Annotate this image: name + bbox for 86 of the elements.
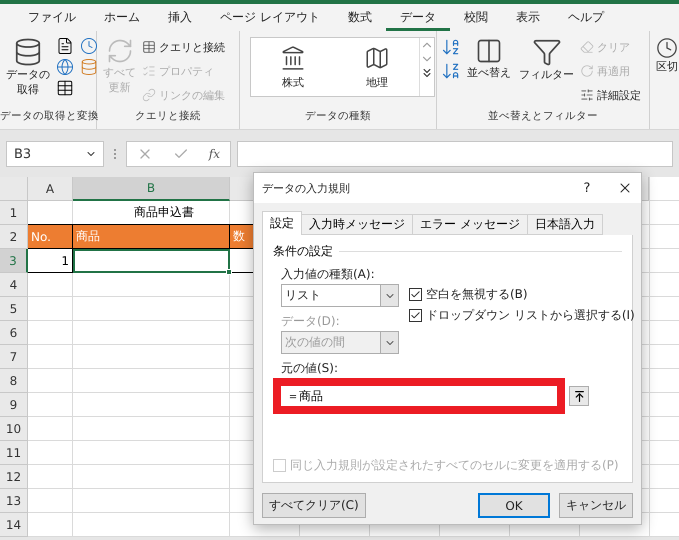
row-header[interactable]: 13: [0, 489, 28, 513]
check-icon: [410, 289, 421, 300]
ribbon-button[interactable]: フィルター: [517, 37, 576, 82]
ribbon-tab[interactable]: ホーム: [90, 4, 154, 31]
group-label: データの種類: [304, 109, 372, 124]
ribbon-tab[interactable]: 表示: [502, 4, 554, 31]
dialog-tab[interactable]: 日本語入力: [526, 214, 603, 235]
list-icon: [142, 64, 156, 78]
field-label: 元の値(S):: [281, 360, 340, 377]
ribbon-tab[interactable]: ヘルプ: [554, 4, 618, 31]
ribbon-tab[interactable]: ファイル: [14, 4, 90, 31]
dialog-tab[interactable]: 入力時メッセージ: [301, 214, 413, 235]
refresh-icon: [106, 37, 134, 65]
dialog-button[interactable]: キャンセル: [559, 493, 633, 518]
filter-settings-icon: [580, 88, 594, 102]
table-icon: [142, 40, 156, 54]
checkbox[interactable]: [409, 288, 422, 301]
text-file-icon[interactable]: [56, 37, 74, 55]
selected-cell[interactable]: [73, 249, 230, 273]
dialog-title: データの入力規則: [262, 180, 351, 196]
dialog-button[interactable]: すべてクリア(C): [262, 493, 366, 518]
help-button[interactable]: ?: [577, 180, 597, 196]
upload-icon: [572, 390, 586, 402]
checkbox[interactable]: [409, 309, 422, 322]
bank-icon: [280, 44, 306, 70]
group-label: データの取得と変換: [0, 109, 96, 124]
insert-function-button[interactable]: fx: [208, 147, 220, 161]
row-header[interactable]: 10: [0, 417, 28, 441]
ribbon-button[interactable]: 詳細設定: [580, 85, 641, 105]
ribbon-tab[interactable]: 校閲: [450, 4, 502, 31]
checkbox-label: 空白を無視する(B): [426, 286, 528, 303]
row-header[interactable]: 4: [0, 273, 28, 297]
row-header[interactable]: 6: [0, 321, 28, 345]
column-header[interactable]: B: [73, 177, 230, 201]
ribbon-tab[interactable]: ページ レイアウト: [206, 4, 334, 31]
ribbon-button[interactable]: 区切: [654, 37, 679, 74]
sort-descending-icon[interactable]: [441, 61, 461, 81]
row-header[interactable]: 2: [0, 225, 28, 249]
row-header[interactable]: 7: [0, 345, 28, 369]
checkbox-label: ドロップダウン リストから選択する(I): [426, 307, 635, 324]
map-icon: [364, 44, 390, 70]
row-header[interactable]: 12: [0, 465, 28, 489]
fill-handle[interactable]: [226, 269, 232, 275]
row-header[interactable]: 11: [0, 441, 28, 465]
group-label: 並べ替えとフィルター: [487, 109, 599, 124]
database-icon[interactable]: [80, 58, 98, 76]
table-cell: 1: [28, 249, 73, 273]
field-label: 入力値の種類(A):: [281, 266, 376, 283]
sort-ascending-icon[interactable]: [441, 37, 461, 57]
header-cell: 商品: [73, 225, 230, 249]
dialog-tab[interactable]: エラー メッセージ: [412, 214, 528, 235]
reapply-icon: [580, 64, 594, 78]
row-header[interactable]: 3: [0, 249, 28, 273]
ribbon-tab[interactable]: 挿入: [154, 4, 206, 31]
link-icon: [142, 88, 156, 102]
type-select[interactable]: リスト: [281, 284, 399, 307]
name-box[interactable]: B3: [6, 141, 104, 167]
filter-icon: [532, 37, 562, 67]
checkbox-label: 同じ入力規則が設定されたすべてのセルに変更を適用する(P): [290, 457, 619, 474]
range-button[interactable]: [569, 386, 589, 406]
row-header[interactable]: 5: [0, 297, 28, 321]
check-icon: [410, 310, 421, 321]
ribbon-button[interactable]: 並べ替え: [465, 37, 513, 80]
group-label: クエリと接続: [134, 109, 202, 124]
header-cell: No.: [28, 225, 73, 249]
data-type-button[interactable]: 地理: [335, 38, 419, 96]
split-icon: [656, 37, 678, 59]
table-icon[interactable]: [56, 79, 74, 97]
clock-icon[interactable]: [80, 37, 98, 55]
filter-clear-icon: [580, 40, 594, 54]
formula-input[interactable]: [237, 141, 673, 167]
row-header[interactable]: 14: [0, 513, 28, 537]
data-type-button[interactable]: 株式: [251, 38, 335, 96]
field-label: データ(D):: [281, 313, 341, 330]
dialog-tab[interactable]: 設定: [262, 211, 302, 235]
web-icon[interactable]: [56, 58, 74, 76]
ribbon-button[interactable]: クエリと接続: [142, 37, 225, 57]
row-header[interactable]: 8: [0, 369, 28, 393]
ribbon-button[interactable]: データの 取得: [4, 37, 52, 97]
source-field[interactable]: ＝商品: [273, 378, 565, 414]
row-header[interactable]: 9: [0, 393, 28, 417]
column-header[interactable]: A: [28, 177, 73, 201]
row-header[interactable]: 1: [0, 201, 28, 225]
database-icon: [13, 37, 43, 67]
dialog-button[interactable]: OK: [478, 493, 550, 518]
ribbon-tab[interactable]: 数式: [334, 4, 386, 31]
